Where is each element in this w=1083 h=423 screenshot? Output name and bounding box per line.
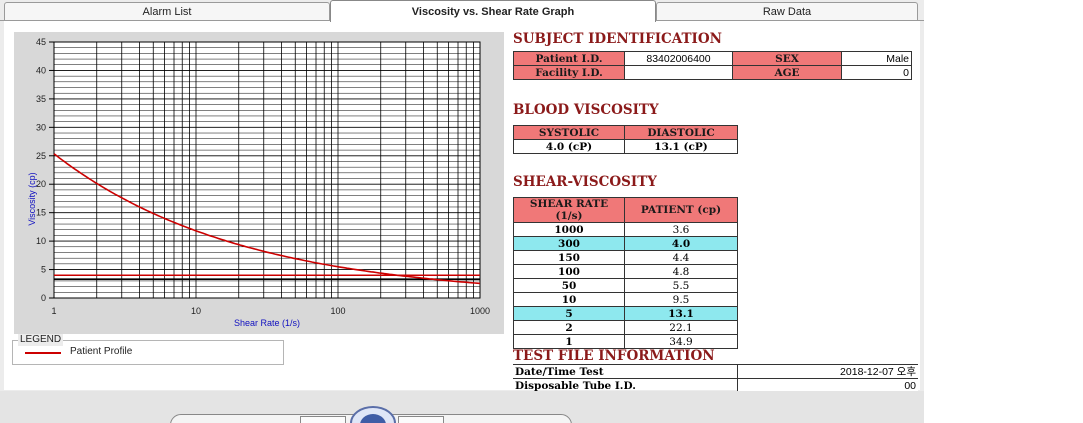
test-file-information-title: TEST FILE INFORMATION xyxy=(513,348,715,364)
y-tick-label: 25 xyxy=(36,151,46,161)
diastolic-label: DIASTOLIC xyxy=(624,125,738,140)
y-tick-label: 5 xyxy=(41,265,46,275)
plot-area xyxy=(53,41,481,299)
toolbar-button-left[interactable] xyxy=(300,416,346,423)
systolic-value: 4.0 (cP) xyxy=(513,139,625,154)
shear-viscosity-table: SHEAR RATE (1/s) PATIENT (cp) 1000 3.6 30… xyxy=(513,197,738,349)
x-axis-label: Shear Rate (1/s) xyxy=(234,318,300,328)
facility-id-value xyxy=(624,65,733,80)
viscosity-cell: 4.4 xyxy=(624,250,738,265)
shear-rate-cell: 10 xyxy=(513,292,625,307)
y-tick-label: 40 xyxy=(36,65,46,75)
knob-center xyxy=(360,414,386,423)
sex-value: Male xyxy=(841,51,912,66)
blood-viscosity-title: BLOOD VISCOSITY xyxy=(513,102,659,118)
legend-title: LEGEND xyxy=(18,334,64,346)
viscosity-cell: 5.5 xyxy=(624,278,738,293)
shear-rate-cell: 1 xyxy=(513,334,625,349)
subject-table: Patient I.D. 83402006400 SEX Male Facili… xyxy=(513,51,912,80)
diastolic-value: 13.1 (cP) xyxy=(624,139,738,154)
y-tick-label: 0 xyxy=(41,293,46,303)
table-row: 100 4.8 xyxy=(513,264,738,279)
tab-raw-data[interactable]: Raw Data xyxy=(656,2,918,20)
x-tick-label: 100 xyxy=(330,306,345,316)
table-row: 150 4.4 xyxy=(513,250,738,265)
x-tick-label: 1 xyxy=(51,306,56,316)
y-tick-label: 30 xyxy=(36,122,46,132)
age-value: 0 xyxy=(841,65,912,80)
table-row: 1 34.9 xyxy=(513,334,738,349)
y-tick-label: 15 xyxy=(36,208,46,218)
table-row: 50 5.5 xyxy=(513,278,738,293)
tab-alarm-list[interactable]: Alarm List xyxy=(4,2,330,20)
table-row: 5 13.1 xyxy=(513,306,738,321)
shear-rate-cell: 2 xyxy=(513,320,625,335)
age-label: AGE xyxy=(732,65,842,80)
y-axis-label: Viscosity (cp) xyxy=(27,172,37,225)
patient-id-value: 83402006400 xyxy=(624,51,733,66)
shear-viscosity-title: SHEAR-VISCOSITY xyxy=(513,174,657,190)
viscosity-cell: 4.8 xyxy=(624,264,738,279)
viscosity-cell: 4.0 xyxy=(624,236,738,251)
sex-label: SEX xyxy=(732,51,842,66)
table-row: 1000 3.6 xyxy=(513,222,738,237)
shear-rate-cell: 50 xyxy=(513,278,625,293)
shear-rate-cell: 5 xyxy=(513,306,625,321)
shear-rate-header: SHEAR RATE (1/s) xyxy=(513,197,625,223)
viscosity-app-window: Alarm List Viscosity vs. Shear Rate Grap… xyxy=(0,0,924,423)
test-file-table: Date/Time Test 2018-12-07 오후 Disposable … xyxy=(513,364,918,393)
y-tick-label: 20 xyxy=(36,179,46,189)
shear-rate-cell: 100 xyxy=(513,264,625,279)
shear-rate-cell: 1000 xyxy=(513,222,625,237)
legend-item-label: Patient Profile xyxy=(70,346,133,357)
facility-id-label: Facility I.D. xyxy=(513,65,625,80)
x-tick-label: 1000 xyxy=(470,306,490,316)
x-tick-label: 10 xyxy=(191,306,201,316)
viscosity-cell: 13.1 xyxy=(624,306,738,321)
viscosity-cell: 3.6 xyxy=(624,222,738,237)
table-row: 2 22.1 xyxy=(513,320,738,335)
date-time-value: 2018-12-07 오후 xyxy=(737,364,918,379)
blood-viscosity-table: SYSTOLIC DIASTOLIC 4.0 (cP) 13.1 (cP) xyxy=(513,125,738,154)
legend-line-swatch xyxy=(25,352,61,354)
y-tick-label: 35 xyxy=(36,94,46,104)
viscosity-cell: 9.5 xyxy=(624,292,738,307)
subject-identification-title: SUBJECT IDENTIFICATION xyxy=(513,31,722,47)
shear-rate-cell: 300 xyxy=(513,236,625,251)
plot-panel: 0 5 10 15 20 25 30 35 40 45 1 10 100 1000 Shear Rate … xyxy=(14,32,504,334)
y-tick-label: 45 xyxy=(36,37,46,47)
shear-rate-cell: 150 xyxy=(513,250,625,265)
patient-id-label: Patient I.D. xyxy=(513,51,625,66)
viscosity-cell: 22.1 xyxy=(624,320,738,335)
toolbar-button-right[interactable] xyxy=(398,416,444,423)
y-tick-label: 10 xyxy=(36,236,46,246)
table-row: 300 4.0 xyxy=(513,236,738,251)
date-time-label: Date/Time Test xyxy=(513,364,738,379)
tab-viscosity-graph[interactable]: Viscosity vs. Shear Rate Graph xyxy=(330,0,656,22)
table-row: 10 9.5 xyxy=(513,292,738,307)
viscosity-chart: 0 5 10 15 20 25 30 35 40 45 1 10 100 1000 Shear Rate … xyxy=(27,37,490,328)
systolic-label: SYSTOLIC xyxy=(513,125,625,140)
legend-box: LEGEND Patient Profile xyxy=(12,334,284,365)
viscosity-cell: 34.9 xyxy=(624,334,738,349)
patient-cp-header: PATIENT (cp) xyxy=(624,197,738,223)
